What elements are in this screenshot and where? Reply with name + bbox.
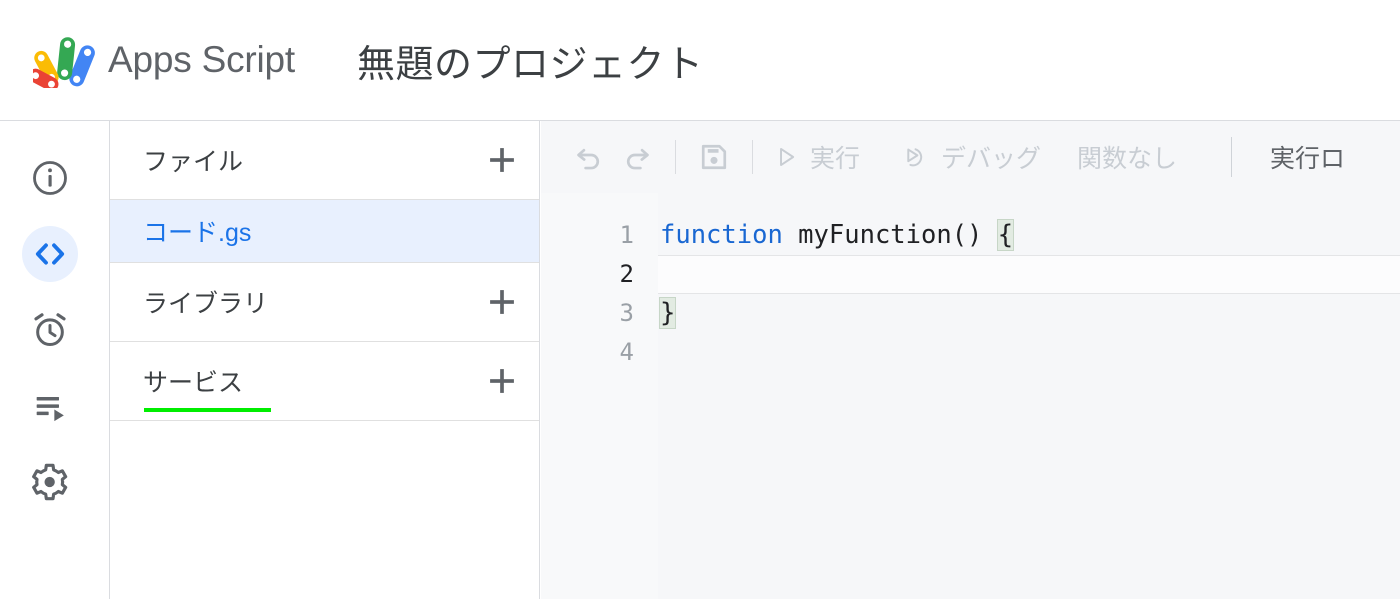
code-text (658, 337, 660, 367)
apps-script-logo[interactable] (28, 32, 100, 88)
libraries-section-header: ライブラリ (110, 263, 539, 341)
run-button[interactable]: 実行 (767, 139, 866, 175)
app-header: Apps Script 無題のプロジェクト (0, 0, 1400, 121)
panel-empty-area (110, 421, 539, 585)
sidebar-item-editor[interactable] (22, 226, 78, 282)
redo-icon (620, 140, 654, 174)
code-keyword: function (660, 220, 783, 250)
add-library-button[interactable] (482, 282, 522, 322)
undo-icon (572, 140, 606, 174)
code-line-1: function myFunction() { (658, 216, 1400, 255)
services-annotation-underline (144, 408, 271, 412)
info-icon (30, 158, 70, 198)
file-panel: ファイル コード.gs ライブラリ (110, 121, 540, 599)
services-section-label: サービス (143, 363, 243, 399)
sidebar-item-executions[interactable] (22, 378, 78, 434)
line-number: 4 (574, 333, 634, 372)
save-button[interactable] (690, 133, 738, 181)
code-line-2 (658, 255, 1400, 294)
code-text (658, 259, 660, 289)
debug-button[interactable]: デバッグ (896, 139, 1047, 175)
code-editor-pane: 実行 デバッグ 関数なし 実行ロ 1 2 3 4 fu (541, 121, 1400, 599)
code-brace-open: { (998, 220, 1013, 250)
sidebar-item-settings[interactable] (22, 454, 78, 510)
project-title[interactable]: 無題のプロジェクト (357, 33, 704, 88)
alarm-clock-icon (30, 310, 70, 350)
plus-icon (485, 143, 519, 177)
debug-icon (902, 143, 930, 171)
apps-script-window: Apps Script 無題のプロジェクト (0, 0, 1400, 599)
files-section-header: ファイル (110, 121, 539, 199)
libraries-section: ライブラリ (110, 263, 539, 342)
code-area[interactable]: 1 2 3 4 function myFunction() { } (541, 193, 1400, 599)
code-line-3: } (658, 294, 1400, 333)
toolbar-divider-3 (1231, 137, 1232, 177)
undo-button[interactable] (565, 133, 613, 181)
editor-toolbar: 実行 デバッグ 関数なし 実行ロ (541, 121, 1400, 193)
toolbar-divider-1 (675, 140, 676, 174)
line-number-gutter: 1 2 3 4 (541, 193, 658, 599)
execution-log-button[interactable]: 実行ロ (1270, 139, 1345, 175)
line-number: 3 (574, 294, 634, 333)
services-section-header: サービス (110, 342, 539, 420)
sidebar-item-triggers[interactable] (22, 302, 78, 358)
services-section-text: サービス (143, 369, 243, 397)
debug-label: デバッグ (941, 139, 1041, 175)
save-icon (697, 140, 731, 174)
redo-button[interactable] (613, 133, 661, 181)
code-icon (30, 234, 70, 274)
plus-icon (485, 364, 519, 398)
sidebar-item-overview[interactable] (22, 150, 78, 206)
services-section: サービス (110, 342, 539, 421)
file-item-code-gs[interactable]: コード.gs (110, 200, 539, 262)
files-section: ファイル (110, 121, 539, 200)
plus-icon (485, 285, 519, 319)
add-file-button[interactable] (482, 140, 522, 180)
toolbar-divider-2 (752, 140, 753, 174)
line-number: 1 (574, 216, 634, 255)
libraries-section-label: ライブラリ (143, 284, 268, 320)
code-brace-close: } (660, 298, 675, 328)
left-icon-rail (0, 121, 110, 599)
code-lines: function myFunction() { } (658, 193, 1400, 599)
files-section-label: ファイル (143, 142, 243, 178)
line-number: 2 (574, 255, 634, 294)
gear-icon (30, 462, 70, 502)
file-item-label: コード.gs (143, 213, 251, 249)
code-text: myFunction() (783, 220, 998, 250)
function-selector[interactable]: 関数なし (1077, 139, 1177, 175)
add-service-button[interactable] (482, 361, 522, 401)
files-list: コード.gs (110, 200, 539, 263)
play-icon (773, 144, 799, 170)
executions-icon (30, 386, 70, 426)
brand-name: Apps Script (108, 39, 295, 81)
run-label: 実行 (810, 139, 860, 175)
apps-script-logo-icon (33, 32, 95, 88)
code-line-4 (658, 333, 1400, 372)
